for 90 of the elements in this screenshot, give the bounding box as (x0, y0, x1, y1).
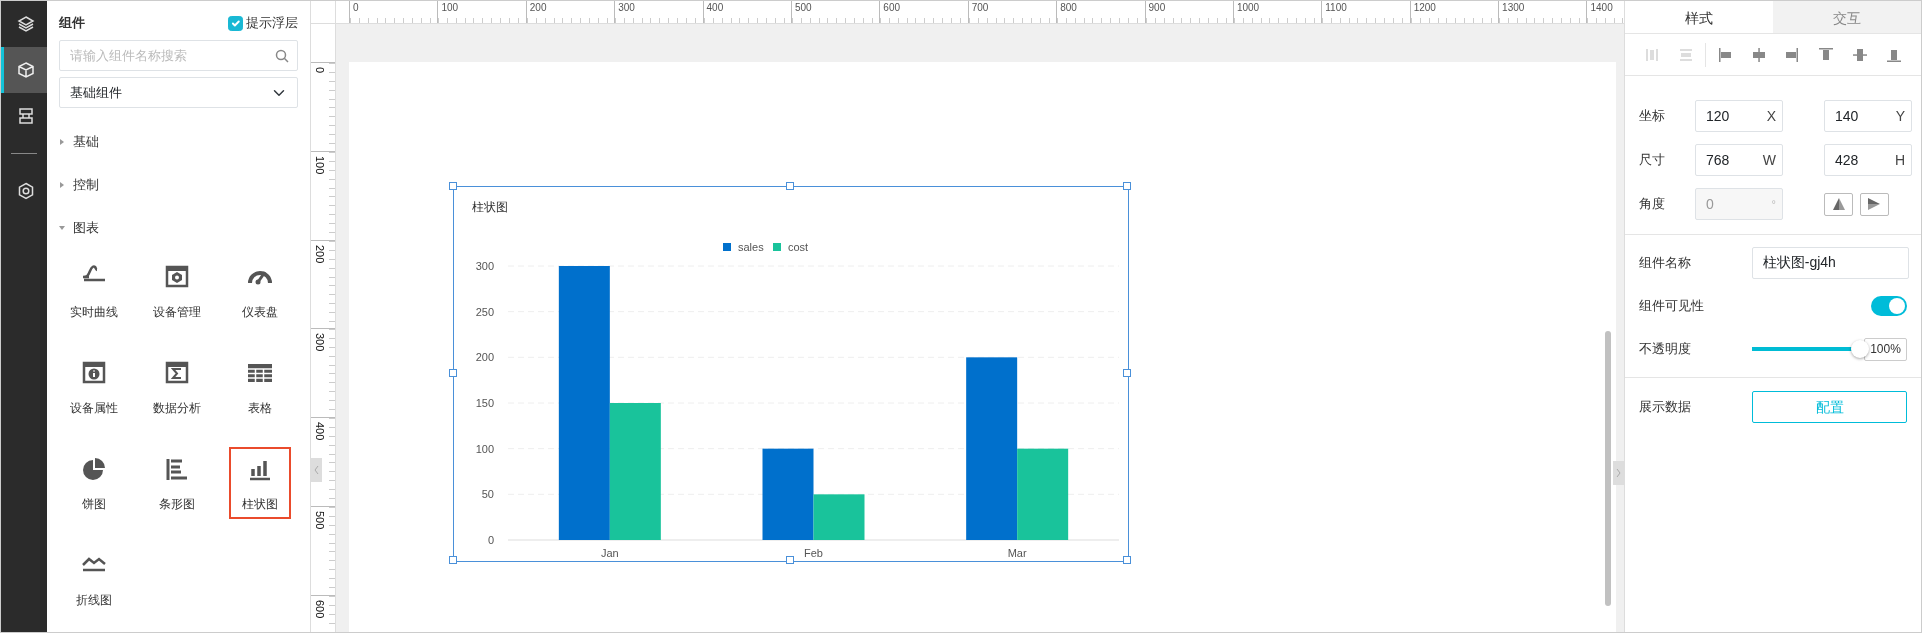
category-header[interactable]: 图表 (59, 206, 298, 249)
checkbox[interactable] (227, 15, 243, 31)
ruler-label: 0 (314, 67, 326, 74)
component-item[interactable]: 数据分析 (146, 351, 208, 423)
caret-icon (59, 224, 65, 231)
axis-label: Jan (600, 547, 619, 559)
chevron-right-icon (1616, 469, 1621, 477)
legend-label: cost (788, 241, 809, 253)
component-item[interactable]: 折线图 (63, 543, 125, 615)
field-label: 展示数据 (1639, 398, 1692, 417)
caret-icon (59, 138, 65, 145)
ruler-label: 500 (314, 511, 326, 530)
ruler-label: 600 (314, 599, 326, 619)
axis-label: 250 (475, 305, 494, 318)
axis-label: Feb (804, 547, 823, 559)
category-header[interactable]: 控制 (59, 163, 298, 206)
toggle-switch[interactable] (1871, 296, 1907, 316)
flip-button[interactable] (1824, 192, 1853, 216)
resize-handle[interactable] (449, 369, 457, 377)
axis-label: 150 (475, 397, 494, 409)
resize-handle[interactable] (1123, 182, 1131, 190)
scrollbar[interactable] (1605, 331, 1611, 606)
flip-button[interactable] (1859, 192, 1889, 216)
component-label: 设备属性 (70, 400, 118, 417)
collapse-handle[interactable] (311, 458, 322, 482)
resize-handle[interactable] (786, 182, 794, 190)
unit-label: W (1762, 150, 1776, 170)
sidebar-tab[interactable] (1, 47, 47, 93)
field-label: 组件名称 (1639, 254, 1692, 273)
settings-icon (16, 182, 35, 200)
name-field[interactable]: 柱状图-gj4h (1752, 247, 1909, 279)
axis-label: 0 (487, 534, 494, 546)
ruler-label: 100 (314, 155, 326, 175)
field-label: 不透明度 (1639, 340, 1692, 359)
resize-handle[interactable] (1123, 369, 1131, 377)
triangle-icon (1867, 197, 1881, 211)
cube-icon (16, 61, 35, 79)
component-item[interactable]: 条形图 (146, 447, 208, 519)
component-item[interactable]: 表格 (229, 351, 291, 423)
unit-label: H (1894, 150, 1905, 170)
unit-label: X (1766, 106, 1776, 126)
ruler-label: 400 (314, 422, 326, 441)
unit-label: Y (1895, 106, 1905, 126)
legend-label: sales (738, 241, 764, 253)
component-label: 表格 (248, 400, 272, 417)
axis-label: 200 (475, 351, 494, 364)
component-item[interactable]: 实时曲线 (63, 255, 125, 327)
panel-title: 组件 (59, 14, 85, 33)
component-label: 实时曲线 (70, 304, 118, 321)
component-label: 折线图 (76, 592, 112, 609)
ruler-label: 300 (314, 333, 326, 352)
ruler-label: 200 (314, 244, 326, 263)
chart-title: 柱状图 (472, 200, 508, 214)
axis-label: 50 (481, 488, 494, 501)
component-label: 仪表盘 (242, 304, 278, 321)
collapse-handle[interactable] (1613, 461, 1624, 485)
component-label: 柱状图 (242, 496, 278, 513)
field-label: 尺寸 (1639, 151, 1666, 170)
axis-label: Mar (1007, 547, 1027, 559)
category-select[interactable]: 基础组件 (59, 77, 298, 108)
component-label: 条形图 (159, 496, 195, 513)
triangle-icon (1831, 197, 1846, 211)
field-label: 组件可见性 (1639, 297, 1705, 316)
component-item[interactable]: 仪表盘 (229, 255, 291, 327)
component-label: 设备管理 (153, 304, 201, 321)
caret-icon (59, 181, 65, 188)
component-item[interactable]: 柱状图 (229, 447, 291, 519)
percent-field[interactable]: 100% (1864, 337, 1907, 361)
component-item[interactable]: 设备管理 (146, 255, 208, 327)
layers-icon (16, 15, 35, 33)
field-label: 坐标 (1639, 107, 1666, 126)
axis-label: 300 (475, 260, 494, 272)
component-label: 数据分析 (153, 400, 201, 417)
resize-handle[interactable] (449, 556, 457, 564)
category-header[interactable]: 基础 (59, 120, 298, 163)
field-label: 角度 (1639, 195, 1666, 214)
component-label: 饼图 (82, 496, 106, 513)
unit-label: ° (1771, 196, 1776, 212)
checkbox-label: 提示浮层 (246, 14, 298, 33)
axis-label: 100 (475, 442, 494, 455)
resize-handle[interactable] (449, 182, 457, 190)
search-icon (275, 48, 289, 63)
slider-thumb[interactable] (1851, 340, 1869, 358)
resize-handle[interactable] (1123, 556, 1131, 564)
component-item[interactable]: 设备属性 (63, 351, 125, 423)
resize-handle[interactable] (786, 556, 794, 564)
component-item[interactable]: 饼图 (63, 447, 125, 519)
layout-icon (16, 107, 35, 125)
chevron-left-icon (314, 466, 319, 474)
search-field[interactable]: 请输入组件名称搜索 (59, 39, 298, 71)
